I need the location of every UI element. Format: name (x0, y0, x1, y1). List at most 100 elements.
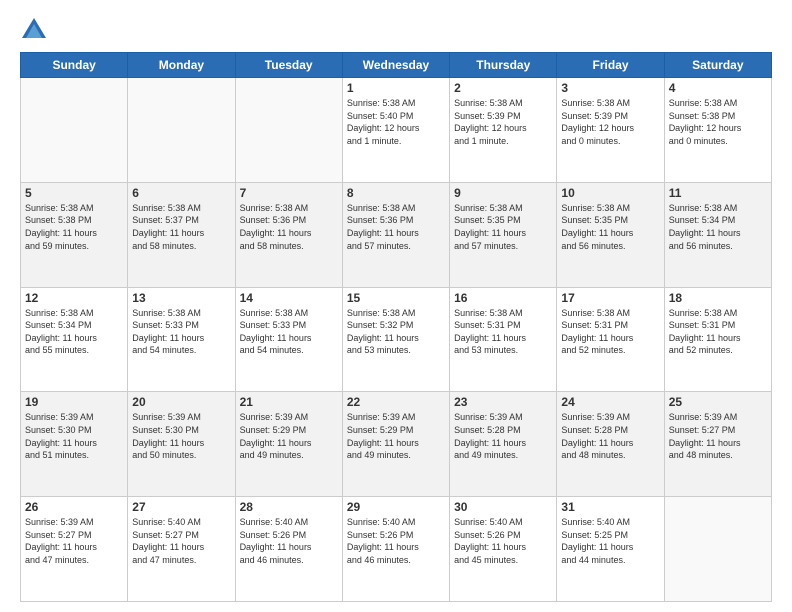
day-info: Sunrise: 5:38 AM Sunset: 5:38 PM Dayligh… (669, 97, 767, 147)
day-number: 23 (454, 395, 552, 409)
day-number: 6 (132, 186, 230, 200)
calendar-cell: 3 Sunrise: 5:38 AM Sunset: 5:39 PM Daylig… (557, 78, 664, 183)
calendar-cell: 31 Sunrise: 5:40 AM Sunset: 5:25 PM Dayli… (557, 497, 664, 602)
day-info: Sunrise: 5:38 AM Sunset: 5:40 PM Dayligh… (347, 97, 445, 147)
calendar-day-header: Sunday (21, 53, 128, 78)
calendar-cell: 19 Sunrise: 5:39 AM Sunset: 5:30 PM Dayli… (21, 392, 128, 497)
calendar-day-header: Saturday (664, 53, 771, 78)
day-number: 25 (669, 395, 767, 409)
day-number: 26 (25, 500, 123, 514)
day-number: 19 (25, 395, 123, 409)
calendar-header-row: SundayMondayTuesdayWednesdayThursdayFrid… (21, 53, 772, 78)
calendar-cell: 18 Sunrise: 5:38 AM Sunset: 5:31 PM Dayli… (664, 287, 771, 392)
day-number: 31 (561, 500, 659, 514)
day-info: Sunrise: 5:39 AM Sunset: 5:30 PM Dayligh… (25, 411, 123, 461)
day-info: Sunrise: 5:40 AM Sunset: 5:26 PM Dayligh… (240, 516, 338, 566)
day-info: Sunrise: 5:38 AM Sunset: 5:34 PM Dayligh… (669, 202, 767, 252)
day-number: 20 (132, 395, 230, 409)
logo-icon (20, 16, 48, 44)
calendar-cell (128, 78, 235, 183)
day-number: 27 (132, 500, 230, 514)
day-info: Sunrise: 5:38 AM Sunset: 5:35 PM Dayligh… (561, 202, 659, 252)
calendar-cell: 29Sunrise: 5:40 AM Sunset: 5:26 PM Dayli… (342, 497, 449, 602)
calendar-cell: 30 Sunrise: 5:40 AM Sunset: 5:26 PM Dayli… (450, 497, 557, 602)
day-info: Sunrise: 5:40 AM Sunset: 5:26 PM Dayligh… (347, 516, 445, 566)
calendar-cell: 15 Sunrise: 5:38 AM Sunset: 5:32 PM Dayli… (342, 287, 449, 392)
calendar-cell (21, 78, 128, 183)
day-info: Sunrise: 5:39 AM Sunset: 5:27 PM Dayligh… (669, 411, 767, 461)
day-number: 4 (669, 81, 767, 95)
day-info: Sunrise: 5:38 AM Sunset: 5:39 PM Dayligh… (454, 97, 552, 147)
calendar-cell: 10 Sunrise: 5:38 AM Sunset: 5:35 PM Dayli… (557, 182, 664, 287)
day-info: Sunrise: 5:39 AM Sunset: 5:28 PM Dayligh… (454, 411, 552, 461)
day-number: 18 (669, 291, 767, 305)
calendar-cell: 8 Sunrise: 5:38 AM Sunset: 5:36 PM Daylig… (342, 182, 449, 287)
day-number: 2 (454, 81, 552, 95)
day-info: Sunrise: 5:38 AM Sunset: 5:36 PM Dayligh… (240, 202, 338, 252)
day-number: 10 (561, 186, 659, 200)
day-number: 16 (454, 291, 552, 305)
calendar-table: SundayMondayTuesdayWednesdayThursdayFrid… (20, 52, 772, 602)
day-number: 9 (454, 186, 552, 200)
day-number: 22 (347, 395, 445, 409)
day-number: 24 (561, 395, 659, 409)
day-info: Sunrise: 5:38 AM Sunset: 5:33 PM Dayligh… (240, 307, 338, 357)
calendar-cell: 16 Sunrise: 5:38 AM Sunset: 5:31 PM Dayli… (450, 287, 557, 392)
day-info: Sunrise: 5:39 AM Sunset: 5:29 PM Dayligh… (347, 411, 445, 461)
calendar-day-header: Wednesday (342, 53, 449, 78)
calendar-cell: 2 Sunrise: 5:38 AM Sunset: 5:39 PM Daylig… (450, 78, 557, 183)
day-info: Sunrise: 5:38 AM Sunset: 5:31 PM Dayligh… (669, 307, 767, 357)
calendar-cell: 14 Sunrise: 5:38 AM Sunset: 5:33 PM Dayli… (235, 287, 342, 392)
calendar-cell: 1 Sunrise: 5:38 AM Sunset: 5:40 PM Daylig… (342, 78, 449, 183)
day-info: Sunrise: 5:38 AM Sunset: 5:33 PM Dayligh… (132, 307, 230, 357)
calendar-day-header: Tuesday (235, 53, 342, 78)
day-info: Sunrise: 5:39 AM Sunset: 5:29 PM Dayligh… (240, 411, 338, 461)
calendar-cell: 20 Sunrise: 5:39 AM Sunset: 5:30 PM Dayli… (128, 392, 235, 497)
calendar-week-row: 12Sunrise: 5:38 AM Sunset: 5:34 PM Dayli… (21, 287, 772, 392)
calendar-cell: 22 Sunrise: 5:39 AM Sunset: 5:29 PM Dayli… (342, 392, 449, 497)
day-info: Sunrise: 5:38 AM Sunset: 5:31 PM Dayligh… (454, 307, 552, 357)
calendar-cell: 17 Sunrise: 5:38 AM Sunset: 5:31 PM Dayli… (557, 287, 664, 392)
day-number: 21 (240, 395, 338, 409)
calendar-cell: 25 Sunrise: 5:39 AM Sunset: 5:27 PM Dayli… (664, 392, 771, 497)
day-info: Sunrise: 5:38 AM Sunset: 5:37 PM Dayligh… (132, 202, 230, 252)
day-number: 15 (347, 291, 445, 305)
calendar-day-header: Friday (557, 53, 664, 78)
calendar-cell: 24 Sunrise: 5:39 AM Sunset: 5:28 PM Dayli… (557, 392, 664, 497)
calendar-day-header: Monday (128, 53, 235, 78)
day-info: Sunrise: 5:38 AM Sunset: 5:38 PM Dayligh… (25, 202, 123, 252)
calendar-cell: 7Sunrise: 5:38 AM Sunset: 5:36 PM Daylig… (235, 182, 342, 287)
calendar-cell: 27 Sunrise: 5:40 AM Sunset: 5:27 PM Dayli… (128, 497, 235, 602)
calendar-cell: 13 Sunrise: 5:38 AM Sunset: 5:33 PM Dayli… (128, 287, 235, 392)
day-number: 11 (669, 186, 767, 200)
day-number: 1 (347, 81, 445, 95)
day-info: Sunrise: 5:39 AM Sunset: 5:30 PM Dayligh… (132, 411, 230, 461)
day-info: Sunrise: 5:38 AM Sunset: 5:32 PM Dayligh… (347, 307, 445, 357)
calendar-cell: 26Sunrise: 5:39 AM Sunset: 5:27 PM Dayli… (21, 497, 128, 602)
calendar-cell (664, 497, 771, 602)
day-number: 30 (454, 500, 552, 514)
day-number: 5 (25, 186, 123, 200)
calendar-week-row: 26Sunrise: 5:39 AM Sunset: 5:27 PM Dayli… (21, 497, 772, 602)
day-info: Sunrise: 5:38 AM Sunset: 5:34 PM Dayligh… (25, 307, 123, 357)
day-number: 13 (132, 291, 230, 305)
day-info: Sunrise: 5:38 AM Sunset: 5:31 PM Dayligh… (561, 307, 659, 357)
calendar-cell: 12Sunrise: 5:38 AM Sunset: 5:34 PM Dayli… (21, 287, 128, 392)
day-number: 8 (347, 186, 445, 200)
page: SundayMondayTuesdayWednesdayThursdayFrid… (0, 0, 792, 612)
calendar-week-row: 5 Sunrise: 5:38 AM Sunset: 5:38 PM Daylig… (21, 182, 772, 287)
day-info: Sunrise: 5:40 AM Sunset: 5:25 PM Dayligh… (561, 516, 659, 566)
calendar-cell: 4 Sunrise: 5:38 AM Sunset: 5:38 PM Daylig… (664, 78, 771, 183)
day-number: 3 (561, 81, 659, 95)
calendar-cell (235, 78, 342, 183)
day-number: 14 (240, 291, 338, 305)
day-info: Sunrise: 5:40 AM Sunset: 5:27 PM Dayligh… (132, 516, 230, 566)
day-info: Sunrise: 5:39 AM Sunset: 5:28 PM Dayligh… (561, 411, 659, 461)
day-info: Sunrise: 5:40 AM Sunset: 5:26 PM Dayligh… (454, 516, 552, 566)
day-number: 17 (561, 291, 659, 305)
calendar-cell: 6 Sunrise: 5:38 AM Sunset: 5:37 PM Daylig… (128, 182, 235, 287)
day-info: Sunrise: 5:38 AM Sunset: 5:36 PM Dayligh… (347, 202, 445, 252)
calendar-cell: 11 Sunrise: 5:38 AM Sunset: 5:34 PM Dayli… (664, 182, 771, 287)
day-info: Sunrise: 5:38 AM Sunset: 5:39 PM Dayligh… (561, 97, 659, 147)
calendar-day-header: Thursday (450, 53, 557, 78)
